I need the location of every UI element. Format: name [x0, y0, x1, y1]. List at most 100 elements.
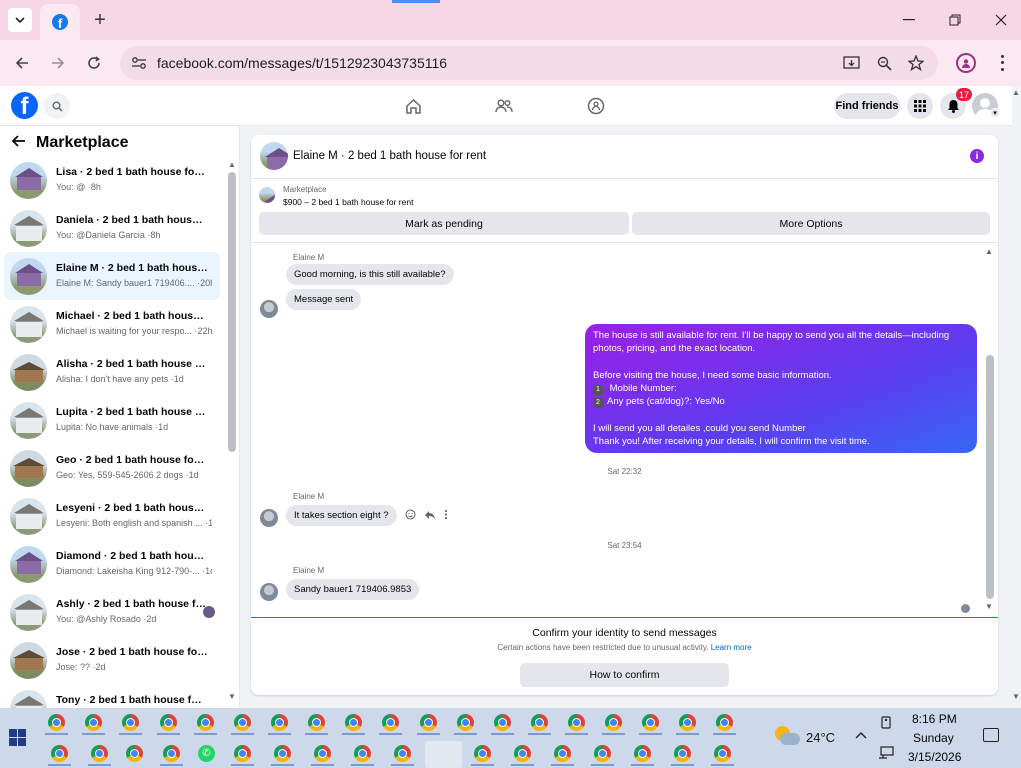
chrome-taskbar-icon[interactable] [602, 714, 625, 735]
conversation-item[interactable]: Alisha · 2 bed 1 bath house for ... Alish… [4, 348, 220, 396]
new-tab-button[interactable]: + [88, 8, 112, 32]
listing-thumbnail[interactable] [260, 142, 288, 170]
scroll-down-icon[interactable]: ▼ [985, 602, 993, 611]
home-nav-icon[interactable] [403, 96, 423, 116]
conversation-item[interactable]: Lupita · 2 bed 1 bath house for ... Lupit… [4, 396, 220, 444]
react-icon[interactable] [405, 509, 416, 523]
info-icon[interactable]: i [970, 149, 984, 163]
conversation-item[interactable]: Elaine M · 2 bed 1 bath house f... Elaine… [4, 252, 220, 300]
chrome-taskbar-icon[interactable] [126, 745, 143, 762]
forward-button[interactable] [46, 51, 70, 75]
chrome-taskbar-icon[interactable] [305, 714, 328, 735]
zoom-icon[interactable] [875, 54, 893, 72]
reload-button[interactable] [82, 51, 106, 75]
incoming-message[interactable]: Sandy bauer1 719406.9853 [286, 579, 420, 600]
install-app-icon[interactable] [842, 54, 860, 72]
restore-button[interactable] [943, 8, 967, 32]
chrome-taskbar-icon[interactable] [631, 745, 654, 766]
page-scroll-down-icon[interactable]: ▼ [1012, 692, 1020, 701]
chat-scrollbar[interactable] [986, 355, 994, 599]
chrome-taskbar-icon[interactable] [82, 714, 105, 735]
site-info-icon[interactable] [130, 54, 148, 72]
chrome-taskbar-icon[interactable] [231, 714, 254, 735]
groups-nav-icon[interactable] [586, 96, 606, 116]
scroll-up-icon[interactable]: ▲ [985, 247, 993, 256]
how-to-confirm-button[interactable]: How to confirm [520, 663, 729, 687]
scroll-down-icon[interactable]: ▼ [228, 692, 236, 701]
chrome-taskbar-icon[interactable] [391, 745, 414, 766]
tab-facebook[interactable]: f [40, 4, 80, 40]
chrome-taskbar-icon[interactable] [711, 745, 734, 766]
chrome-taskbar-icon[interactable] [119, 714, 142, 735]
incoming-message[interactable]: It takes section eight ? [286, 505, 397, 526]
back-arrow-icon[interactable] [11, 134, 26, 152]
address-bar[interactable]: facebook.com/messages/t/1512923043735116 [120, 46, 938, 80]
chrome-taskbar-icon[interactable] [639, 714, 662, 735]
chrome-taskbar-icon[interactable] [454, 714, 477, 735]
outgoing-message[interactable]: The house is still available for rent. I… [585, 324, 977, 453]
chrome-taskbar-icon[interactable] [551, 745, 574, 766]
listing-price[interactable]: $900 – 2 bed 1 bath house for rent [283, 197, 413, 207]
scroll-up-icon[interactable]: ▲ [228, 160, 236, 169]
windows-start-icon[interactable] [9, 729, 26, 746]
learn-more-link[interactable]: Learn more [711, 643, 752, 652]
chrome-taskbar-icon[interactable] [471, 745, 494, 766]
incoming-message[interactable]: Message sent [286, 289, 362, 310]
chrome-taskbar-icon[interactable] [713, 714, 736, 735]
chrome-taskbar-icon[interactable] [591, 745, 614, 766]
conversation-item[interactable]: Tony · 2 bed 1 bath house for r... [4, 684, 220, 708]
tab-search-button[interactable] [8, 8, 32, 32]
browser-menu-button[interactable] [994, 53, 1010, 73]
weather-icon[interactable] [775, 724, 801, 750]
chrome-taskbar-icon[interactable] [342, 714, 365, 735]
listing-small-thumbnail[interactable] [259, 187, 275, 203]
facebook-logo-icon[interactable]: f [11, 92, 38, 119]
minimize-button[interactable] [897, 8, 921, 32]
chrome-taskbar-icon[interactable] [676, 714, 699, 735]
whatsapp-taskbar-icon[interactable]: ✆ [198, 745, 215, 762]
tray-chevron-up-icon[interactable] [855, 728, 867, 742]
profile-icon[interactable] [956, 53, 976, 73]
clock-time[interactable]: 8:16 PM [912, 712, 972, 726]
notification-center-icon[interactable] [983, 728, 999, 742]
chrome-taskbar-icon[interactable] [379, 714, 402, 735]
conversation-item[interactable]: Geo · 2 bed 1 bath house for rent Geo: Ye… [4, 444, 220, 492]
chrome-taskbar-icon[interactable] [311, 745, 334, 766]
temperature[interactable]: 24°C [806, 730, 835, 745]
clock-day[interactable]: Sunday [913, 731, 954, 745]
chrome-taskbar-icon[interactable] [271, 745, 294, 766]
network-icon[interactable] [878, 746, 894, 762]
sender-avatar[interactable] [260, 300, 278, 318]
clock-date[interactable]: 3/15/2026 [908, 750, 961, 764]
account-chevron-icon[interactable]: ▾ [990, 108, 1000, 118]
chrome-taskbar-icon[interactable] [491, 714, 514, 735]
conversation-item[interactable]: Ashly · 2 bed 1 bath house fo... You: @As… [4, 588, 220, 636]
friends-nav-icon[interactable] [494, 96, 514, 116]
camera-icon[interactable] [880, 716, 892, 732]
chrome-taskbar-icon[interactable] [88, 745, 111, 766]
chrome-taskbar-icon[interactable] [160, 745, 183, 766]
chrome-taskbar-icon[interactable] [231, 745, 254, 766]
chrome-taskbar-icon[interactable] [417, 714, 440, 735]
mark-as-pending-button[interactable]: Mark as pending [259, 212, 629, 235]
chrome-taskbar-icon[interactable] [511, 745, 534, 766]
incoming-message[interactable]: Good morning, is this still available? [286, 264, 454, 285]
chrome-taskbar-icon[interactable] [194, 714, 217, 735]
find-friends-button[interactable]: Find friends [834, 93, 900, 119]
conversation-item[interactable]: Jose · 2 bed 1 bath house for rent Jose: … [4, 636, 220, 684]
bookmark-star-icon[interactable] [907, 54, 925, 72]
sender-avatar[interactable] [260, 509, 278, 527]
sender-avatar[interactable] [260, 583, 278, 601]
chrome-taskbar-icon[interactable] [528, 714, 551, 735]
chrome-taskbar-icon[interactable] [565, 714, 588, 735]
reply-icon[interactable] [424, 510, 436, 523]
chrome-taskbar-icon[interactable] [157, 714, 180, 735]
chrome-taskbar-icon[interactable] [268, 714, 291, 735]
chrome-taskbar-icon[interactable] [671, 745, 694, 766]
back-button[interactable] [10, 51, 34, 75]
facebook-search-button[interactable] [44, 93, 70, 119]
chat-title[interactable]: Elaine M · 2 bed 1 bath house for rent [293, 150, 486, 162]
conversation-item[interactable]: Michael · 2 bed 1 bath house fo... Michae… [4, 300, 220, 348]
conversation-item[interactable]: Lesyeni · 2 bed 1 bath house fo... Lesyen… [4, 492, 220, 540]
close-window-button[interactable] [989, 8, 1013, 32]
